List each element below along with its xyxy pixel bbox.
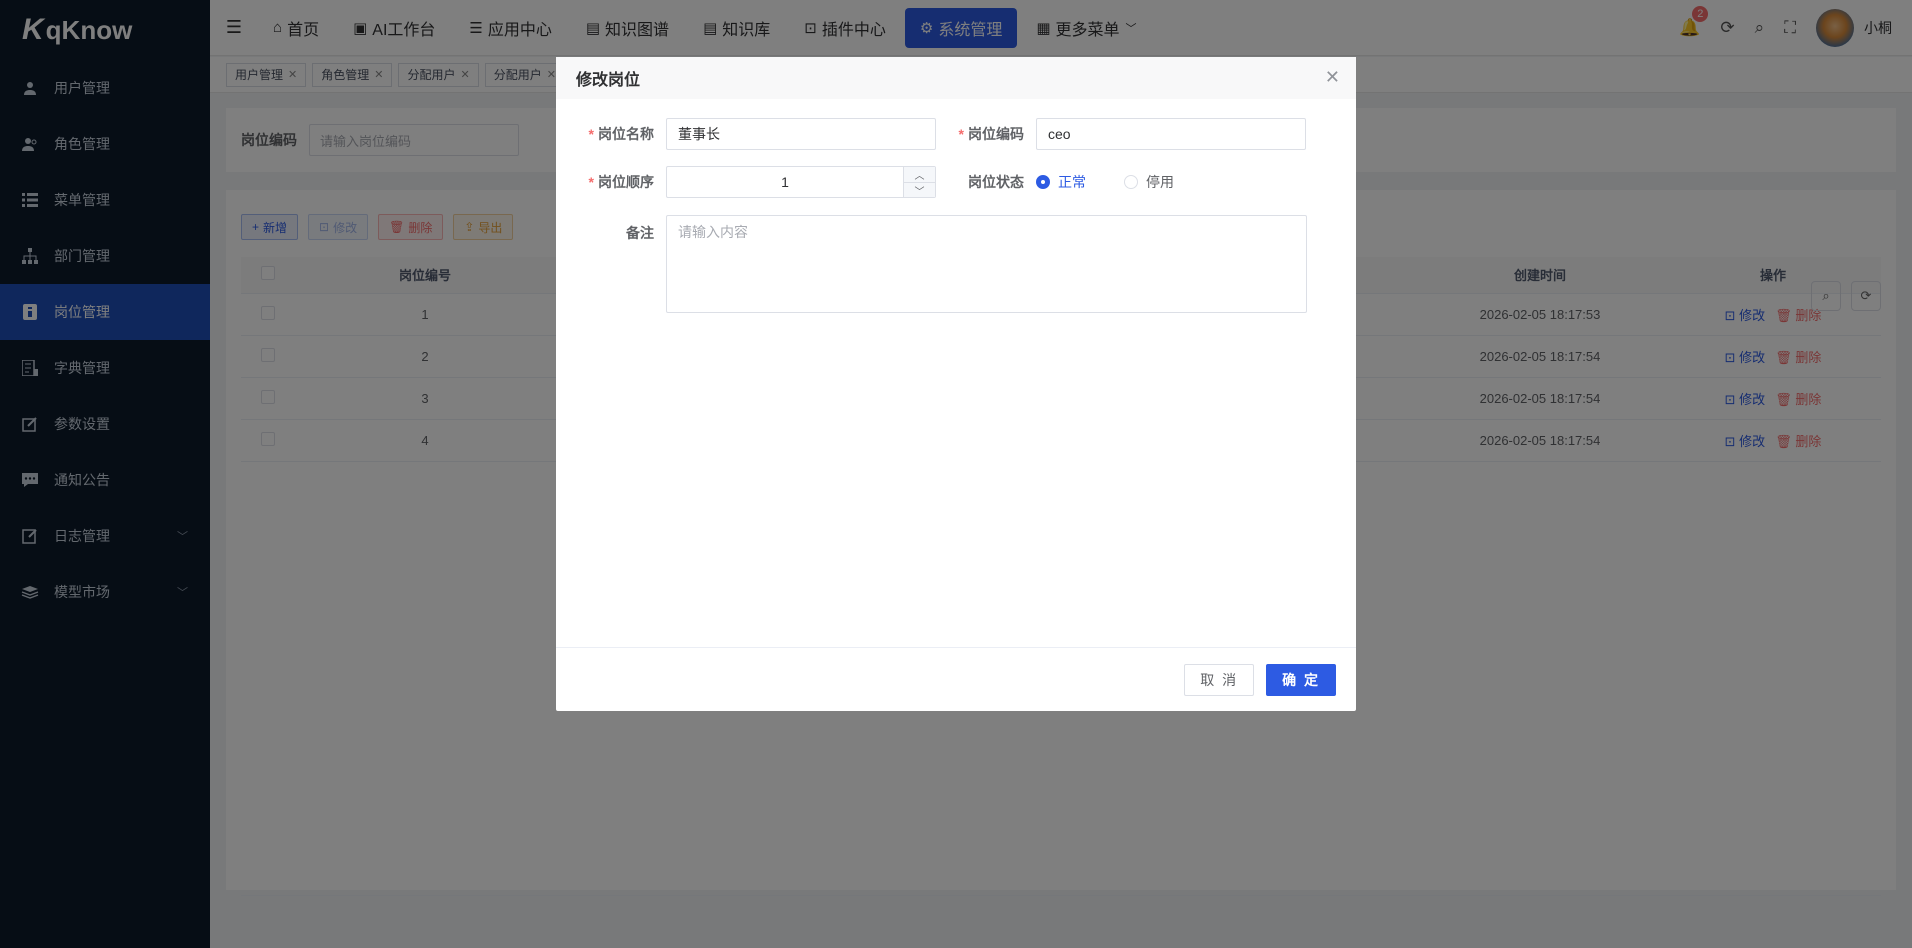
edit-post-dialog: 修改岗位 ✕ * 岗位名称 董事长 * 岗位编码 ceo * 岗位顺序 1 ︿ ﹀ 岗… [556,57,1356,711]
post-order-row: * 岗位顺序 1 ︿ ﹀ [556,166,936,198]
radio-dot [1036,175,1050,189]
radio-label: 正常 [1058,174,1086,190]
radio-dot [1124,175,1138,189]
required-mark: * [588,126,594,142]
required-mark: * [958,126,964,142]
post-code-row: * 岗位编码 ceo [926,118,1306,150]
post-order-label: * 岗位顺序 [556,172,666,192]
label-text: 岗位名称 [598,126,654,142]
remark-row: 备注 请输入内容 [556,215,1307,313]
status-normal-radio[interactable]: 正常 [1036,172,1086,192]
post-name-label: * 岗位名称 [556,124,666,144]
label-text: 岗位编码 [968,126,1024,142]
post-name-input[interactable]: 董事长 [666,118,936,150]
post-status-row: 岗位状态 正常 停用 [926,166,1212,198]
confirm-button[interactable]: 确 定 [1266,663,1336,696]
dialog-header: 修改岗位 ✕ [556,57,1356,99]
close-icon[interactable]: ✕ [1325,67,1340,88]
dialog-footer: 取 消 确 定 [556,647,1356,711]
remark-textarea[interactable]: 请输入内容 [666,215,1307,313]
post-name-row: * 岗位名称 董事长 [556,118,936,150]
post-order-stepper[interactable]: 1 ︿ ﹀ [666,166,936,198]
cancel-button[interactable]: 取 消 [1184,663,1255,696]
post-code-label: * 岗位编码 [926,124,1036,144]
required-mark: * [588,174,594,190]
post-order-value[interactable]: 1 [667,167,903,197]
dialog-title: 修改岗位 [576,72,641,89]
post-status-label: 岗位状态 [968,174,1024,190]
remark-label: 备注 [626,225,654,241]
radio-label: 停用 [1146,174,1174,190]
post-code-input[interactable]: ceo [1036,118,1306,150]
label-text: 岗位顺序 [598,174,654,190]
status-disabled-radio[interactable]: 停用 [1124,172,1174,192]
